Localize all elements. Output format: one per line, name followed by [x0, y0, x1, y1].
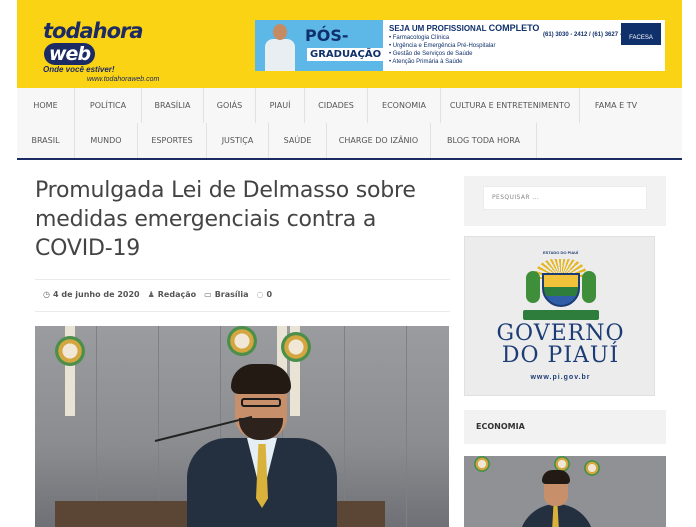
article-comments-count: 0	[266, 290, 273, 299]
nav-item-piaui[interactable]: PIAUÍ	[256, 88, 305, 123]
site-logo[interactable]: todahoraweb Onde você estiver! www.todah…	[43, 20, 193, 83]
banner-right-panel: FACESA (61) 3030 - 2412 / (61) 3627 - 42…	[543, 23, 661, 69]
economia-thumbnail[interactable]	[464, 456, 666, 527]
gov-state-label: ESTADO DO PIAUÍ	[543, 250, 579, 255]
logo-wordmark: todahoraweb	[43, 20, 193, 65]
search-widget: PESQUISAR ...	[464, 176, 666, 226]
folder-icon: ▭	[204, 290, 212, 299]
site-header: todahoraweb Onde você estiver! www.todah…	[17, 0, 682, 88]
banner-course: • Atenção Primária à Saúde	[389, 59, 463, 65]
nav-row-1: HOME POLÍTICA BRASÍLIA GOIÁS PIAUÍ CIDAD…	[17, 88, 652, 123]
article-featured-image	[35, 326, 449, 527]
logo-main-text: todahora	[43, 19, 144, 43]
nav-item-mundo[interactable]: MUNDO	[75, 123, 138, 158]
search-input[interactable]: PESQUISAR ...	[483, 186, 647, 210]
banner-title-prefix: SEJA UM PROFISSIONAL	[389, 24, 487, 33]
nav-item-brasilia[interactable]: BRASÍLIA	[142, 88, 204, 123]
nav-item-cultura[interactable]: CULTURA E ENTRETENIMENTO	[441, 88, 580, 123]
article-meta: ◷ 4 de junho de 2020 ♟ Redação ▭ Brasília ◌…	[43, 290, 272, 299]
ad-banner[interactable]: PÓS- GRADUAÇÃO SEJA UM PROFISSIONAL COMP…	[255, 20, 665, 71]
nav-item-charge[interactable]: CHARGE DO IZÂNIO	[327, 123, 431, 158]
banner-course: • Urgência e Emergência Pré-Hospitalar	[389, 43, 496, 49]
meta-divider	[35, 279, 450, 280]
article-author[interactable]: ♟ Redação	[148, 290, 197, 299]
gov-name-line2: DO PIAUÍ	[501, 343, 620, 368]
gov-name-line1: GOVERNO	[496, 321, 625, 346]
logo-web-text: web	[44, 43, 96, 65]
meta-divider	[35, 311, 450, 312]
gov-url: www.pi.gov.br	[530, 374, 591, 381]
nav-item-home[interactable]: HOME	[17, 88, 75, 123]
economia-widget-header: ECONOMIA	[464, 410, 666, 444]
article-title: Promulgada Lei de Delmasso sobre medidas…	[35, 178, 416, 261]
banner-course: • Gestão de Serviços de Saúde	[389, 51, 473, 57]
banner-course-list: SEJA UM PROFISSIONAL COMPLETO • Farmacol…	[389, 23, 539, 66]
user-icon: ♟	[147, 290, 155, 299]
gov-ribbon	[523, 310, 599, 320]
article-category-text: Brasília	[214, 290, 249, 299]
banner-course: • Farmacologia Clínica	[389, 35, 450, 41]
clock-icon: ◷	[43, 290, 50, 299]
nav-item-justica[interactable]: JUSTIÇA	[207, 123, 269, 158]
banner-person-image	[263, 24, 295, 71]
banner-left-panel: PÓS- GRADUAÇÃO	[255, 20, 385, 71]
comment-icon: ◌	[256, 290, 264, 299]
nav-item-esportes[interactable]: ESPORTES	[138, 123, 207, 158]
article-comments[interactable]: ◌ 0	[257, 290, 273, 299]
banner-brand-badge: FACESA	[621, 23, 661, 45]
article-date-text: 4 de junho de 2020	[52, 290, 140, 299]
banner-title-strong: COMPLETO	[488, 23, 540, 33]
banner-title: SEJA UM PROFISSIONAL COMPLETO	[389, 23, 539, 33]
nav-row-2: BRASIL MUNDO ESPORTES JUSTIÇA SAÚDE CHAR…	[17, 123, 537, 158]
nav-item-economia[interactable]: ECONOMIA	[368, 88, 441, 123]
article-date[interactable]: ◷ 4 de junho de 2020	[43, 290, 140, 299]
nav-item-cidades[interactable]: CIDADES	[305, 88, 368, 123]
main-navigation: HOME POLÍTICA BRASÍLIA GOIÁS PIAUÍ CIDAD…	[17, 88, 682, 160]
nav-item-goias[interactable]: GOIÁS	[204, 88, 256, 123]
banner-graduacao-text: GRADUAÇÃO	[307, 48, 385, 61]
nav-item-brasil[interactable]: BRASIL	[17, 123, 75, 158]
economia-widget-title[interactable]: ECONOMIA	[476, 422, 525, 431]
logo-url: www.todahoraweb.com	[87, 76, 160, 83]
logo-slogan: Onde você estiver!	[43, 65, 115, 74]
nav-item-blog[interactable]: BLOG TODA HORA	[431, 123, 537, 158]
piaui-coat-of-arms-icon	[526, 259, 596, 309]
nav-item-fama-tv[interactable]: FAMA E TV	[580, 88, 652, 123]
article-category[interactable]: ▭ Brasília	[204, 290, 248, 299]
article-author-text: Redação	[157, 290, 197, 299]
governo-piaui-ad[interactable]: ESTADO DO PIAUÍ GOVERNO DO PIAUÍ www.pi.…	[464, 236, 655, 396]
banner-pos-text: PÓS-	[305, 26, 349, 45]
nav-item-politica[interactable]: POLÍTICA	[75, 88, 142, 123]
nav-item-saude[interactable]: SAÚDE	[269, 123, 327, 158]
